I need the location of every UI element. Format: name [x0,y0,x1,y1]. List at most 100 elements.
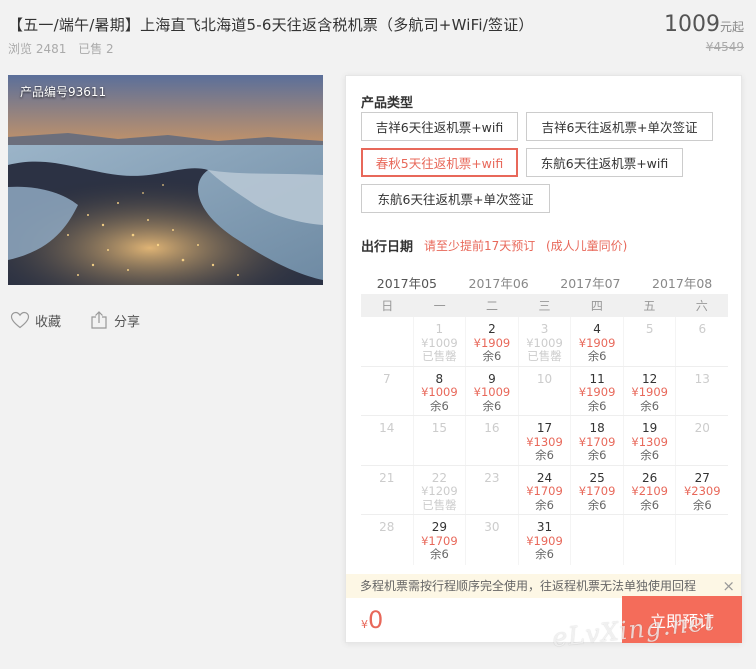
day-number: 4 [593,322,601,336]
product-type-label: 产品类型 [361,96,414,111]
calendar-day[interactable]: 11 ¥1909 余6 [571,366,624,416]
product-title: 【五一/端午/暑期】上海直飞北海道5-6天往返含税机票（多航司+WiFi/签证） [8,16,534,34]
day-number: 27 [694,470,710,485]
day-number: 19 [642,421,658,436]
weekday: 二 [486,299,499,313]
day-number: 3 [540,322,549,336]
sold-count: 已售 2 [78,42,114,56]
calendar-day[interactable]: 29 ¥1709 余6 [414,515,467,565]
day-stock: 余6 [692,497,712,512]
day-price: ¥2109 [631,484,668,499]
calendar-day[interactable]: 4 ¥1909 余6 [571,317,624,366]
favorite-button[interactable]: 收藏 [10,311,61,330]
day-number: 26 [642,470,658,485]
day-stock: 余6 [587,497,607,512]
travel-date-label: 出行日期 [361,240,414,255]
calendar-week: 1 ¥1009 已售罄 2 ¥1909 余6 3 ¥1009 已售罄 4 ¥1909 余6 5 6 [361,317,728,367]
calendar-day[interactable]: 9 ¥1009 余6 [466,366,519,416]
day-price: ¥1709 [578,434,616,449]
day-stock: 余6 [535,497,554,512]
calendar-day[interactable]: 31 ¥1909 余6 [519,515,572,565]
day-stock: 余6 [535,448,554,463]
month-tab[interactable]: 2017年07 [545,273,637,292]
favorite-label: 收藏 [35,314,62,330]
day-number: 5 [645,322,654,336]
day-price: ¥2309 [683,484,721,499]
calendar-day[interactable]: 8 ¥1009 余6 [414,366,467,416]
calendar-week: 14 15 16 17 ¥1309 余6 18 ¥1709 余6 19 ¥1309 余6 20 [361,416,728,466]
booking-panel: 产品类型 吉祥6天往返机票+wifi 吉祥6天往返机票+单次签证 春秋5天往返机… [345,75,742,643]
option-spring-5d-wifi[interactable]: 春秋5天往返机票+wifi [361,148,518,177]
day-number: 28 [379,520,395,535]
calendar-day: 30 [466,515,519,565]
option-ceair-6d-visa[interactable]: 东航6天往返机票+单次签证 [361,184,550,213]
product-photo: 产品编号93611 [8,75,323,285]
price-unit: 元起 [719,20,744,34]
day-price: ¥1909 [631,385,668,400]
calendar-day[interactable]: 17 ¥1309 余6 [519,416,572,465]
weekday: 四 [590,299,603,313]
option-ceair-6d-wifi[interactable]: 东航6天往返机票+wifi [526,148,683,177]
child-price-hint: (成人儿童同价) [546,239,628,253]
day-price: ¥1709 [421,533,458,548]
day-number: 31 [536,520,553,535]
day-number: 17 [536,421,553,436]
day-number: 21 [379,470,395,485]
calendar-day[interactable]: 12 ¥1909 余6 [624,366,677,416]
day-price: ¥1909 [578,385,616,400]
calendar-day: 10 [519,366,572,416]
day-number: 13 [694,371,710,386]
calendar-day: 15 [414,416,467,465]
day-price: ¥1009 [421,385,458,400]
book-now-button[interactable]: 立即预订 [622,596,742,643]
notice-bar: 多程机票需按行程顺序完全使用，往返程机票无法单独使用回程 × [346,574,741,598]
day-number: 1 [435,322,444,336]
weekday: 日 [381,299,394,313]
calendar-day [571,515,624,565]
month-tab[interactable]: 2017年08 [636,273,728,292]
day-price: ¥1009 [473,385,511,400]
calendar-day: 22 ¥1209 已售罄 [414,465,467,515]
calendar-week: 21 22 ¥1209 已售罄 23 24 ¥1709 余6 25 ¥1709 余6 26 ¥2109 余… [361,465,728,516]
calendar-day: 5 [624,317,677,366]
day-stock: 已售罄 [422,497,457,512]
day-number: 11 [589,371,605,386]
share-button[interactable]: 分享 [89,310,140,330]
calendar-day[interactable]: 18 ¥1709 余6 [571,416,624,465]
weekday: 六 [695,299,708,313]
date-calendar: 日 一 二 三 四 五 六 1 ¥1009 已售罄 2 ¥1909 余6 3 ¥1009 已售罄… [361,294,728,565]
option-juneyao-6d-visa[interactable]: 吉祥6天往返机票+单次签证 [526,112,713,141]
calendar-day[interactable]: 26 ¥2109 余6 [624,465,677,515]
day-number: 14 [379,421,395,436]
day-stock: 余6 [429,398,449,413]
calendar-day[interactable]: 27 ¥2309 余6 [676,466,728,515]
share-icon [91,311,107,329]
month-tabs: 2017年05 2017年06 2017年07 2017年08 [361,273,728,292]
option-juneyao-6d-wifi[interactable]: 吉祥6天往返机票+wifi [361,112,518,141]
calendar-day[interactable]: 2 ¥1909 余6 [466,317,519,366]
day-number: 22 [431,470,447,485]
month-tab[interactable]: 2017年06 [453,273,545,292]
calendar-day: 3 ¥1009 已售罄 [519,317,572,366]
notice-text: 多程机票需按行程顺序完全使用，往返程机票无法单独使用回程 [360,579,697,593]
weekday: 三 [538,299,551,313]
day-price: ¥1209 [421,484,458,499]
calendar-day[interactable]: 19 ¥1309 余6 [624,416,677,465]
day-price: ¥1709 [526,484,563,499]
calendar-day[interactable]: 25 ¥1709 余6 [571,465,624,515]
total-price: ¥0 [361,606,383,634]
day-number: 7 [382,371,391,386]
day-stock: 已售罄 [527,349,562,363]
calendar-day[interactable]: 24 ¥1709 余6 [519,465,572,515]
day-stock: 余6 [482,349,502,363]
month-tab[interactable]: 2017年05 [361,273,453,292]
price-block: 1009元起 ¥4549 [664,12,744,54]
price-value: 1009 [663,12,720,37]
day-stock: 余6 [587,448,607,463]
calendar-day [624,515,677,565]
day-number: 20 [694,421,710,436]
close-icon[interactable]: × [722,574,735,598]
weekday: 一 [433,299,446,313]
product-stats: 浏览 2481 已售 2 [8,40,122,57]
calendar-day: 7 [361,366,414,416]
